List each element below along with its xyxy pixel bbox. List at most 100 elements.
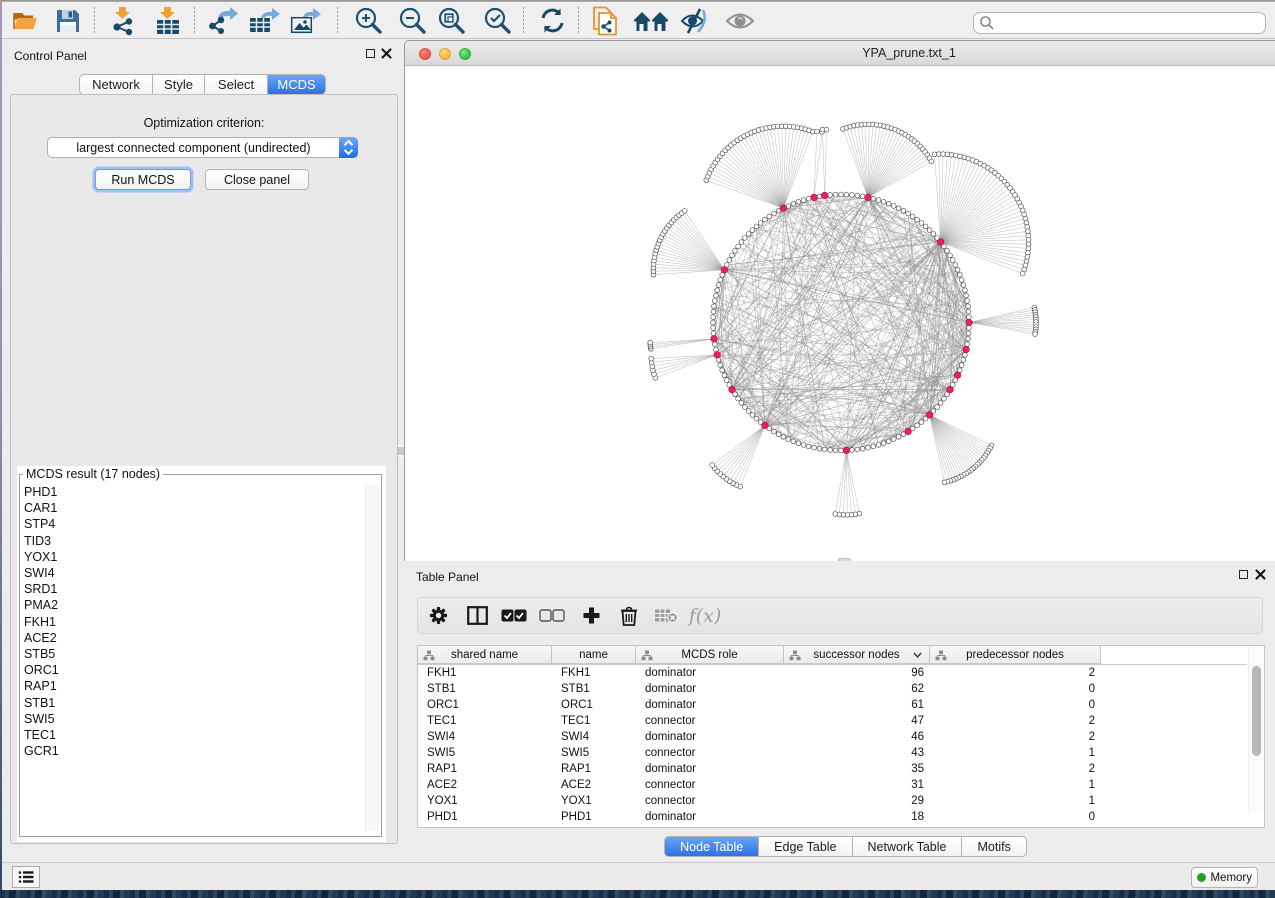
close-panel-button[interactable]: Close panel: [205, 169, 309, 190]
mcds-result-item[interactable]: RAP1: [24, 678, 364, 694]
table-cell: STB1: [552, 683, 636, 695]
scrollbar-thumb[interactable]: [1252, 666, 1261, 756]
mcds-result-item[interactable]: PHD1: [24, 484, 364, 500]
mcds-result-item[interactable]: ORC1: [24, 662, 364, 678]
table-settings-icon[interactable]: [418, 606, 458, 625]
table-cell: 0: [930, 811, 1101, 823]
table-scrollbar[interactable]: [1248, 647, 1263, 812]
task-history-button[interactable]: [12, 866, 40, 888]
mcds-result-item[interactable]: FKH1: [24, 614, 364, 630]
table-row[interactable]: YOX1YOX1connector291: [418, 793, 1248, 809]
tab-node-table[interactable]: Node Table: [664, 836, 759, 857]
tab-mcds[interactable]: MCDS: [268, 75, 325, 94]
clone-network-icon[interactable]: [591, 2, 621, 39]
mcds-result-item[interactable]: ACE2: [24, 630, 364, 646]
import-network-icon[interactable]: [108, 2, 138, 39]
network-graph-canvas[interactable]: [405, 67, 1275, 561]
mcds-result-item[interactable]: TID3: [24, 533, 364, 549]
mcds-result-item[interactable]: CAR1: [24, 500, 364, 516]
open-folder-icon[interactable]: [10, 2, 40, 39]
mcds-result-item[interactable]: GCR1: [24, 743, 364, 759]
table-row[interactable]: FKH1FKH1dominator962: [418, 665, 1248, 681]
memory-label: Memory: [1210, 872, 1252, 884]
memory-button[interactable]: Memory: [1191, 867, 1258, 888]
table-cell: 96: [784, 667, 930, 679]
float-window-icon[interactable]: [366, 49, 375, 58]
search-input[interactable]: [973, 12, 1266, 34]
mcds-result-item[interactable]: STP4: [24, 516, 364, 532]
mcds-result-item[interactable]: SWI5: [24, 711, 364, 727]
table-cell: RAP1: [418, 763, 552, 775]
mcds-result-item[interactable]: SRD1: [24, 581, 364, 597]
table-row[interactable]: RAP1RAP1dominator352: [418, 761, 1248, 777]
table-row[interactable]: ACE2ACE2connector311: [418, 777, 1248, 793]
export-network-icon[interactable]: [207, 2, 241, 39]
zoom-in-icon[interactable]: [352, 2, 384, 39]
first-neighbors-icon[interactable]: [632, 2, 670, 39]
table-cell: 2: [930, 667, 1101, 679]
control-panel: Control Panel Network Style Select MCDS …: [2, 40, 404, 862]
export-table-icon[interactable]: [247, 2, 281, 39]
mcds-pane: Optimization criterion: largest connecte…: [10, 94, 398, 844]
table-cell: SWI4: [552, 731, 636, 743]
tab-style[interactable]: Style: [153, 75, 205, 94]
mcds-result-item[interactable]: STB1: [24, 695, 364, 711]
refresh-icon[interactable]: [537, 2, 567, 39]
mcds-list-scrollbar[interactable]: [365, 485, 379, 831]
deselect-all-icon[interactable]: [532, 609, 572, 622]
table-body: FKH1FKH1dominator962STB1STB1dominator620…: [418, 665, 1248, 825]
column-header-predecessor-nodes[interactable]: predecessor nodes: [930, 646, 1101, 663]
table-cell: ORC1: [552, 699, 636, 711]
column-header-shared-name[interactable]: shared name: [418, 646, 552, 663]
table-row[interactable]: ORC1ORC1dominator610: [418, 697, 1248, 713]
column-header-successor-nodes[interactable]: successor nodes: [784, 646, 930, 663]
table-row[interactable]: SWI4SWI4dominator462: [418, 729, 1248, 745]
table-cell: 29: [784, 795, 930, 807]
zoom-selected-icon[interactable]: [481, 2, 513, 39]
table-row[interactable]: STB1STB1dominator620: [418, 681, 1248, 697]
hide-selected-icon[interactable]: [679, 2, 711, 39]
delete-column-icon[interactable]: [610, 606, 648, 626]
table-cell: dominator: [636, 683, 784, 695]
tab-network[interactable]: Network: [80, 75, 153, 94]
mcds-result-list[interactable]: PHD1CAR1STP4TID3YOX1SWI4SRD1PMA2FKH1ACE2…: [24, 484, 364, 759]
network-window-title: YPA_prune.txt_1: [405, 46, 1275, 60]
mcds-result-item[interactable]: SWI4: [24, 565, 364, 581]
node-table: shared namenameMCDS rolesuccessor nodesp…: [417, 645, 1265, 828]
run-mcds-button[interactable]: Run MCDS: [95, 169, 191, 190]
save-icon[interactable]: [53, 2, 83, 39]
column-header-name[interactable]: name: [552, 646, 636, 663]
mcds-result-item[interactable]: YOX1: [24, 549, 364, 565]
add-column-icon[interactable]: [572, 606, 610, 625]
mcds-result-item[interactable]: STB5: [24, 646, 364, 662]
tab-motifs[interactable]: Motifs: [962, 836, 1026, 857]
float-window-icon[interactable]: [1239, 570, 1248, 579]
table-cell: 46: [784, 731, 930, 743]
close-panel-icon[interactable]: [1255, 569, 1266, 580]
split-panel-icon[interactable]: [458, 606, 496, 625]
table-row[interactable]: PHD1PHD1dominator180: [418, 809, 1248, 825]
optimization-criterion-select[interactable]: largest connected component (undirected): [47, 137, 358, 158]
table-row[interactable]: TEC1TEC1connector472: [418, 713, 1248, 729]
column-header-MCDS-role[interactable]: MCDS role: [636, 646, 784, 663]
tab-edge-table[interactable]: Edge Table: [759, 836, 852, 857]
table-row[interactable]: SWI5SWI5connector431: [418, 745, 1248, 761]
network-window-titlebar[interactable]: YPA_prune.txt_1: [405, 41, 1275, 66]
tab-label: Style: [164, 77, 193, 92]
zoom-out-icon[interactable]: [396, 2, 428, 39]
table-cell: PHD1: [552, 811, 636, 823]
mcds-result-item[interactable]: TEC1: [24, 727, 364, 743]
zoom-fit-icon[interactable]: [435, 2, 467, 39]
vertical-splitter-handle[interactable]: [398, 445, 404, 457]
table-panel: Table Panel: [404, 561, 1275, 862]
mcds-result-item[interactable]: PMA2: [24, 597, 364, 613]
table-cell: dominator: [636, 731, 784, 743]
select-all-icon[interactable]: [496, 609, 532, 622]
tab-network-table[interactable]: Network Table: [853, 836, 963, 857]
import-table-icon[interactable]: [152, 2, 184, 39]
close-panel-icon[interactable]: [381, 48, 392, 59]
main-toolbar: [0, 2, 1275, 39]
desktop-edge-left: [0, 0, 2, 890]
tab-select[interactable]: Select: [205, 75, 268, 94]
export-image-icon[interactable]: [288, 2, 322, 39]
